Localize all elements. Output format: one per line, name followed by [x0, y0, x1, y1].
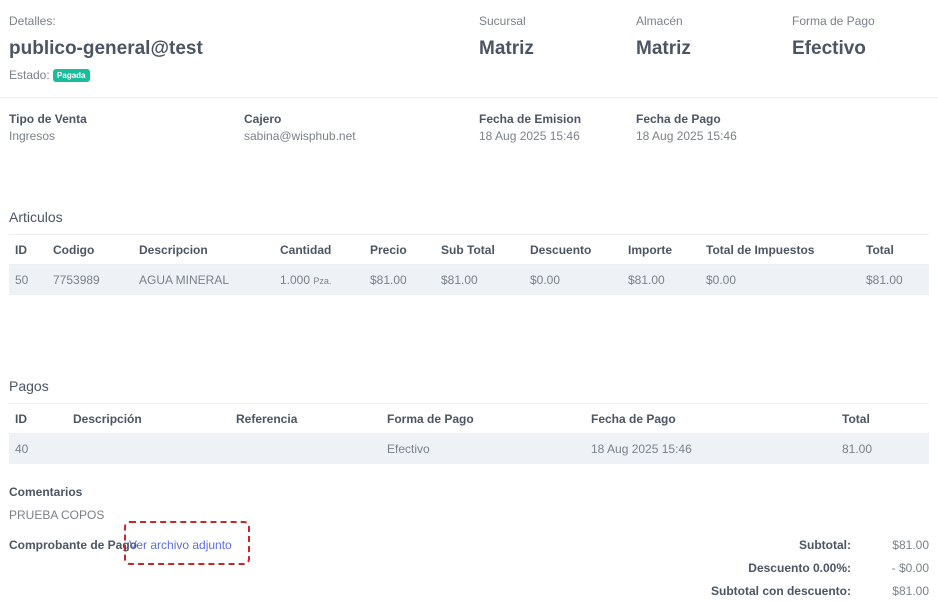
cell-subtotal: $81.00 [435, 264, 524, 295]
col-total: Total [860, 234, 929, 265]
fecha-emision-label: Fecha de Emision [479, 112, 582, 126]
col-total: Total [836, 403, 929, 434]
forma-pago-label: Forma de Pago [792, 14, 875, 28]
articulos-header-row: ID Codigo Descripcion Cantidad Precio Su… [9, 234, 929, 265]
status-label: Estado: [9, 68, 50, 82]
articulos-table: ID Codigo Descripcion Cantidad Precio Su… [9, 234, 929, 295]
cell-descripcion [67, 433, 230, 464]
cantidad-value: 1.000 [280, 272, 311, 287]
cajero-value: sabina@wisphub.net [244, 129, 356, 143]
cell-descripcion: AGUA MINERAL [133, 264, 274, 295]
descuento-value: - $0.00 [891, 561, 929, 575]
col-descuento: Descuento [524, 234, 622, 265]
status-row: Estado: Pagada [9, 68, 90, 83]
col-descripcion: Descripcion [133, 234, 274, 265]
cell-descuento: $0.00 [524, 264, 622, 295]
details-label: Detalles: [9, 14, 56, 28]
subtotal-label: Subtotal: [799, 538, 851, 552]
cell-total: 81.00 [836, 433, 929, 464]
comentarios-label: Comentarios [9, 485, 83, 499]
col-fecha-pago: Fecha de Pago [585, 403, 836, 434]
col-precio: Precio [364, 234, 435, 265]
cajero-label: Cajero [244, 112, 282, 126]
cell-cantidad: 1.000 Pza. [274, 264, 364, 295]
fecha-pago-value: 18 Aug 2025 15:46 [636, 129, 737, 143]
client-name: publico-general@test [9, 38, 203, 59]
pagos-title: Pagos [9, 378, 49, 394]
col-forma-pago: Forma de Pago [381, 403, 585, 434]
cell-forma-pago: Efectivo [381, 433, 585, 464]
comentarios-text: PRUEBA COPOS [9, 508, 105, 522]
subtotal-descuento-value: $81.00 [892, 584, 929, 598]
descuento-label: Descuento 0.00%: [748, 561, 851, 575]
col-id: ID [9, 234, 47, 265]
sucursal-value: Matriz [479, 38, 534, 59]
cell-precio: $81.00 [364, 264, 435, 295]
fecha-pago-label: Fecha de Pago [636, 112, 721, 126]
cell-id: 50 [9, 264, 47, 295]
subtotal-descuento-label: Subtotal con descuento: [710, 584, 851, 598]
cell-impuestos: $0.00 [700, 264, 860, 295]
articulos-title: Articulos [9, 209, 63, 225]
comprobante-label: Comprobante de Pago [9, 538, 138, 552]
status-badge: Pagada [53, 69, 90, 83]
tipo-venta-value: Ingresos [9, 129, 56, 143]
almacen-value: Matriz [636, 38, 691, 59]
cell-fecha-pago: 18 Aug 2025 15:46 [585, 433, 836, 464]
highlight-box [124, 521, 250, 565]
col-referencia: Referencia [230, 403, 381, 434]
header-divider [0, 97, 938, 98]
col-importe: Importe [622, 234, 700, 265]
cell-importe: $81.00 [622, 264, 700, 295]
table-row: 50 7753989 AGUA MINERAL 1.000 Pza. $81.0… [9, 264, 929, 295]
tipo-venta-label: Tipo de Venta [9, 112, 87, 126]
almacen-label: Almacén [636, 14, 683, 28]
sucursal-label: Sucursal [479, 14, 526, 28]
pagos-header-row: ID Descripción Referencia Forma de Pago … [9, 403, 929, 434]
cell-total: $81.00 [860, 264, 929, 295]
col-codigo: Codigo [47, 234, 133, 265]
cell-id: 40 [9, 433, 67, 464]
cell-referencia [230, 433, 381, 464]
fecha-emision-value: 18 Aug 2025 15:46 [479, 129, 580, 143]
table-row: 40 Efectivo 18 Aug 2025 15:46 81.00 [9, 433, 929, 464]
col-descripcion: Descripción [67, 403, 230, 434]
col-cantidad: Cantidad [274, 234, 364, 265]
col-id: ID [9, 403, 67, 434]
subtotal-value: $81.00 [892, 538, 929, 552]
cell-codigo: 7753989 [47, 264, 133, 295]
pagos-table: ID Descripción Referencia Forma de Pago … [9, 403, 929, 464]
forma-pago-value: Efectivo [792, 38, 866, 59]
cantidad-unit: Pza. [313, 275, 332, 286]
col-impuestos: Total de Impuestos [700, 234, 860, 265]
col-subtotal: Sub Total [435, 234, 524, 265]
